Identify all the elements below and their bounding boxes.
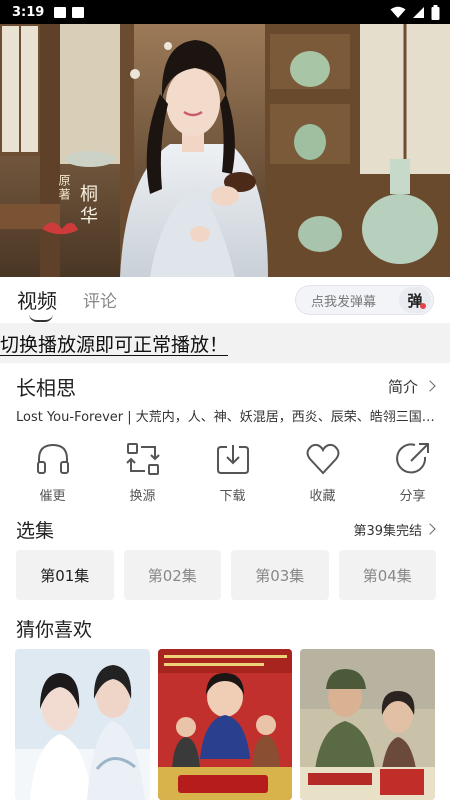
recommend-title: 猜你喜欢: [16, 619, 93, 641]
danmaku-input[interactable]: 点我发弹幕 弹: [295, 285, 434, 315]
urge-update-button[interactable]: 催更: [15, 438, 90, 508]
notice-bar: 切换播放源即可正常播放！: [0, 323, 450, 363]
show-description: Lost You-Forever | 大荒内，人、神、妖混居，西炎、辰荣、皓翎三…: [16, 410, 436, 425]
danmaku-placeholder: 点我发弹幕: [311, 294, 377, 310]
video-frame: [0, 24, 450, 277]
switch-source-button[interactable]: 换源: [105, 438, 180, 508]
action-label: 催更: [39, 489, 66, 504]
danmaku-toggle-button[interactable]: 弹: [399, 287, 431, 313]
episodes-title: 选集: [16, 519, 55, 542]
status-bar: 3:19: [0, 0, 450, 24]
show-title-row: 长相思 简介: [16, 372, 436, 400]
favorite-button[interactable]: 收藏: [285, 438, 360, 508]
poster-image: [157, 649, 293, 800]
battery-icon: [431, 4, 440, 20]
intro-link[interactable]: 简介: [387, 376, 436, 397]
episode-chip[interactable]: 第04集: [338, 550, 436, 600]
episode-chip[interactable]: 第01集: [16, 550, 114, 600]
action-row: 催更 换源 下载 收藏 分享: [0, 438, 450, 508]
download-icon: [216, 445, 249, 474]
recommend-poster[interactable]: [300, 649, 436, 800]
tab-active-indicator: [29, 314, 53, 322]
intro-link-label: 简介: [387, 377, 418, 396]
recommend-poster[interactable]: [157, 649, 293, 800]
download-button[interactable]: 下载: [195, 438, 270, 508]
share-button[interactable]: 分享: [375, 438, 450, 508]
recommend-list: [15, 649, 436, 800]
episodes-all-link[interactable]: 第39集完结: [353, 520, 436, 539]
share-icon: [395, 443, 429, 474]
chevron-right-icon: [424, 380, 436, 392]
action-label: 收藏: [309, 489, 336, 504]
tab-video[interactable]: 视频: [17, 285, 57, 322]
recommend-poster[interactable]: [15, 649, 150, 800]
headphones-icon: [36, 443, 69, 474]
action-label: 分享: [399, 489, 426, 504]
danmaku-dot-icon: [420, 303, 426, 309]
episode-chip[interactable]: 第02集: [123, 550, 221, 600]
heart-icon: [306, 443, 339, 475]
wifi-icon: [390, 6, 406, 18]
switch-source-icon: [125, 443, 160, 475]
episodes-header: 选集 第39集完结: [16, 515, 436, 543]
tab-comments[interactable]: 评论: [83, 287, 117, 312]
system-icons: [390, 4, 440, 20]
status-time: 3:19: [12, 4, 45, 20]
video-calligraphy-small: 原著: [57, 174, 71, 202]
episode-list: 第01集 第02集 第03集 第04集: [16, 550, 436, 600]
video-calligraphy-author: 桐华: [77, 184, 98, 228]
a-notification-icon: [72, 6, 85, 18]
action-label: 下载: [219, 489, 246, 504]
notification-icons: [54, 6, 85, 18]
chevron-right-icon: [424, 523, 436, 535]
episode-chip[interactable]: 第03集: [231, 550, 329, 600]
video-player[interactable]: 原著 桐华: [0, 24, 450, 277]
tab-video-label: 视频: [17, 289, 57, 313]
signal-icon: [413, 6, 424, 18]
poster-image: [15, 649, 150, 800]
show-title: 长相思: [16, 375, 76, 400]
tab-bar: 视频 评论 点我发弹幕 弹: [0, 277, 450, 322]
episodes-status: 第39集完结: [353, 523, 422, 539]
action-label: 换源: [129, 489, 156, 504]
image-notification-icon: [54, 6, 67, 18]
poster-image: [300, 649, 436, 800]
notice-text[interactable]: 切换播放源即可正常播放！: [0, 330, 228, 357]
